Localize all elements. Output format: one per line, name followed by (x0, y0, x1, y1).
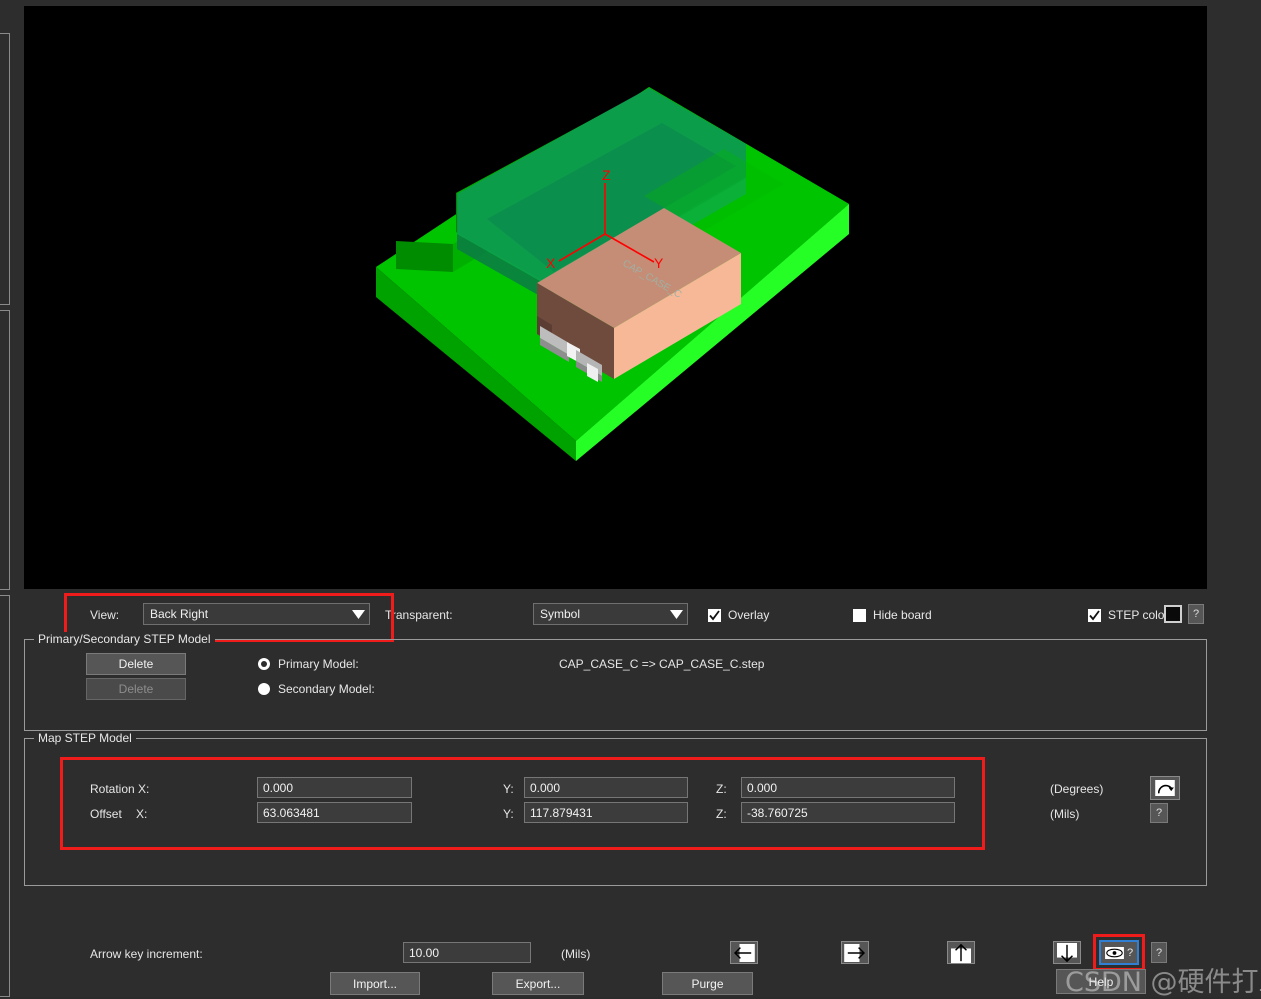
rotate-button[interactable] (1150, 776, 1180, 800)
left-edge-panel-2 (0, 310, 10, 590)
left-edge-panel-1 (0, 33, 10, 305)
rotation-y-label: Y: (503, 782, 514, 796)
mirror-left-icon (733, 943, 755, 962)
secondary-model-radio[interactable]: Secondary Model: (258, 682, 375, 696)
bottom-help-button[interactable]: ? (1151, 942, 1167, 963)
secondary-model-label: Secondary Model: (278, 682, 375, 696)
step-model-dialog: Z X Y CAP_CASE_C View: Back Right Transp… (0, 0, 1261, 998)
rotation-z-input[interactable]: 0.000 (741, 777, 955, 798)
primary-model-radio[interactable]: Primary Model: (258, 657, 359, 671)
chevron-down-icon (665, 604, 687, 624)
transparent-label: Transparent: (385, 608, 453, 622)
primary-secondary-group-title: Primary/Secondary STEP Model (34, 632, 215, 646)
offset-x-label: X: (136, 807, 148, 821)
radio-dot (258, 658, 270, 670)
import-button[interactable]: Import... (330, 972, 420, 995)
delete-secondary-button: Delete (86, 678, 186, 700)
offset-z-input[interactable]: -38.760725 (741, 802, 955, 823)
eye-icon (1105, 946, 1124, 959)
preview-help-q: ? (1126, 946, 1134, 959)
arrow-key-increment-input[interactable]: 10.00 (403, 942, 531, 963)
help-button[interactable]: Help (1056, 969, 1146, 994)
mils-unit-label: (Mils) (1050, 807, 1080, 821)
offset-z-label: Z: (716, 807, 727, 821)
transparent-dropdown[interactable]: Symbol (533, 603, 688, 625)
map-step-group-title: Map STEP Model (34, 731, 136, 745)
overlay-label: Overlay (728, 608, 770, 622)
rotate-arc-icon (1155, 780, 1175, 796)
mirror-down-icon (1057, 942, 1077, 962)
axis-label-x: X (546, 255, 556, 271)
axis-label-y: Y (654, 255, 664, 271)
mirror-right-icon (844, 943, 866, 962)
view-dropdown-value: Back Right (150, 607, 209, 621)
offset-label: Offset (90, 807, 122, 821)
checkbox-box (1088, 608, 1101, 622)
primary-model-file: CAP_CASE_C => CAP_CASE_C.step (559, 657, 765, 671)
step-3d-viewport[interactable]: Z X Y CAP_CASE_C (24, 6, 1207, 589)
transparent-dropdown-value: Symbol (540, 607, 581, 621)
axis-label-z: Z (602, 167, 611, 183)
arrow-key-increment-unit: (Mils) (561, 947, 591, 961)
check-icon (1089, 609, 1100, 620)
degrees-unit-label: (Degrees) (1050, 782, 1104, 796)
hide-board-label: Hide board (873, 608, 932, 622)
offset-x-input[interactable]: 63.063481 (257, 802, 412, 823)
hide-board-checkbox[interactable]: Hide board (853, 608, 932, 622)
rotation-x-input[interactable]: 0.000 (257, 777, 412, 798)
chevron-down-icon (347, 604, 369, 624)
primary-secondary-step-model-group: Primary/Secondary STEP Model (24, 632, 1207, 731)
mirror-left-button[interactable] (730, 941, 758, 964)
check-icon (709, 609, 720, 620)
checkbox-box (708, 608, 721, 622)
step-color-swatch[interactable] (1164, 605, 1182, 623)
mirror-right-button[interactable] (841, 941, 869, 964)
checkbox-box (853, 608, 866, 622)
offset-y-input[interactable]: 117.879431 (524, 802, 688, 823)
step-3d-scene: Z X Y CAP_CASE_C (376, 87, 849, 461)
offset-y-label: Y: (503, 807, 514, 821)
primary-model-label: Primary Model: (278, 657, 359, 671)
delete-primary-button[interactable]: Delete (86, 653, 186, 675)
arrow-key-increment-label: Arrow key increment: (90, 947, 203, 961)
left-edge-panel-3 (0, 595, 10, 997)
map-step-help-button[interactable]: ? (1150, 803, 1168, 823)
step-color-help-button[interactable]: ? (1188, 604, 1204, 624)
radio-dot (258, 683, 270, 695)
overlay-checkbox[interactable]: Overlay (708, 608, 769, 622)
mirror-down-button[interactable] (1053, 941, 1081, 964)
view-label: View: (90, 608, 120, 622)
view-dropdown[interactable]: Back Right (143, 603, 370, 625)
step-color-checkbox[interactable]: STEP color (1088, 608, 1168, 622)
mirror-up-button[interactable] (947, 941, 975, 964)
purge-button[interactable]: Purge (662, 972, 753, 995)
export-button[interactable]: Export... (492, 972, 584, 995)
rotation-z-label: Z: (716, 782, 727, 796)
rotation-y-input[interactable]: 0.000 (524, 777, 688, 798)
preview-help-button[interactable]: ? (1099, 940, 1139, 965)
mirror-up-icon (951, 943, 971, 963)
rotation-x-label: Rotation X: (90, 782, 150, 796)
step-color-label: STEP color (1108, 608, 1169, 622)
